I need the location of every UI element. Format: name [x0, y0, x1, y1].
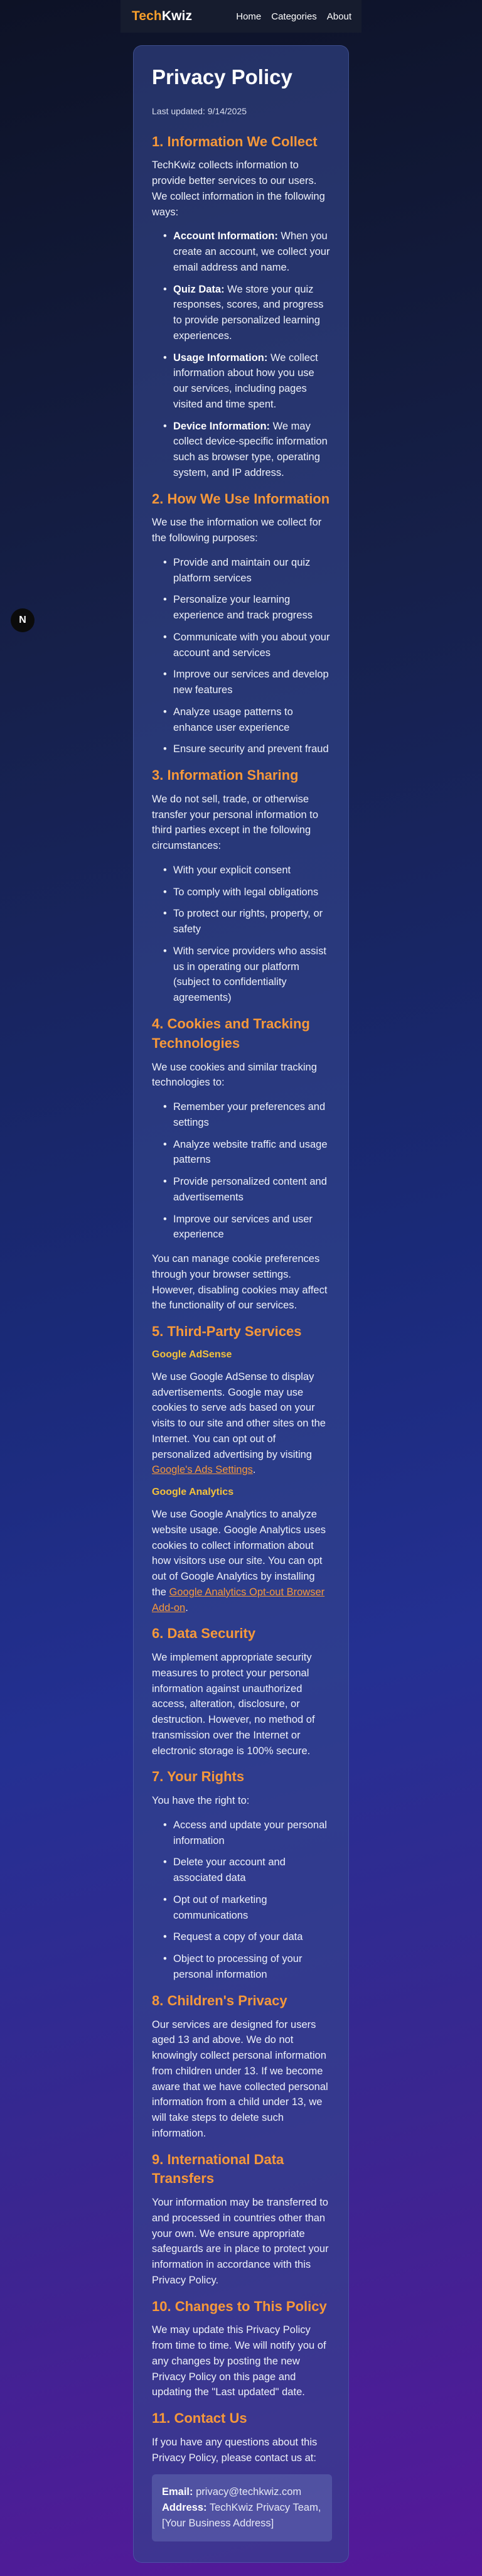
list-item: Delete your account and associated data [163, 1855, 332, 1886]
section-third-party: 5. Third-Party Services Google AdSense W… [152, 1322, 332, 1615]
top-navbar: TechKwiz Home Categories About [120, 0, 362, 33]
item-label: Device Information: [173, 420, 270, 432]
cookies-list: Remember your preferences and settings A… [152, 1099, 332, 1242]
section-heading: 1. Information We Collect [152, 133, 318, 149]
subheading-analytics: Google Analytics [152, 1487, 234, 1498]
sharing-list: With your explicit consent To comply wit… [152, 863, 332, 1006]
section-heading: 5. Third-Party Services [152, 1323, 302, 1340]
list-item: Personalize your learning experience and… [163, 592, 332, 623]
section-outro: You can manage cookie preferences throug… [152, 1253, 328, 1312]
list-item: Provide personalized content and adverti… [163, 1174, 332, 1205]
list-item: To protect our rights, property, or safe… [163, 906, 332, 937]
section-intro: You have the right to: [152, 1795, 250, 1807]
section-heading: 2. How We Use Information [152, 490, 330, 507]
section-text: Your information may be transferred to a… [152, 2197, 329, 2286]
nav-categories-link[interactable]: Categories [271, 11, 317, 22]
nav-about-link[interactable]: About [327, 11, 351, 22]
section-text: We implement appropriate security measur… [152, 1652, 315, 1757]
contact-box: Email: privacy@techkwiz.com Address: Tec… [152, 2474, 332, 2541]
section-information-sharing: 3. Information Sharing We do not sell, t… [152, 766, 332, 1006]
list-item: Improve our services and develop new fea… [163, 667, 332, 698]
nav-home-link[interactable]: Home [236, 11, 261, 22]
email-label: Email: [162, 2486, 193, 2498]
contact-email: Email: privacy@techkwiz.com [162, 2484, 322, 2500]
section-heading: 3. Information Sharing [152, 767, 299, 784]
use-list: Provide and maintain our quiz platform s… [152, 555, 332, 757]
section-cookies: 4. Cookies and Tracking Technologies We … [152, 1015, 332, 1313]
list-item: Analyze usage patterns to enhance user e… [163, 704, 332, 736]
list-item: Account Information: When you create an … [163, 229, 332, 275]
list-item: With service providers who assist us in … [163, 944, 332, 1006]
list-item: Request a copy of your data [163, 1929, 332, 1945]
logo-kwiz: Kwiz [161, 9, 193, 23]
section-heading: 11. Contact Us [152, 2410, 247, 2427]
analytics-paragraph: We use Google Analytics to analyze websi… [152, 1507, 332, 1615]
analytics-optout-link[interactable]: Google Analytics Opt-out Browser Add-on [152, 1587, 324, 1614]
list-item: Usage Information: We collect informatio… [163, 350, 332, 412]
section-your-rights: 7. Your Rights You have the right to: Ac… [152, 1767, 332, 1982]
section-heading: 10. Changes to This Policy [152, 2298, 327, 2314]
section-intro: We use cookies and similar tracking tech… [152, 1061, 317, 1089]
section-text: We may update this Privacy Policy from t… [152, 2324, 326, 2398]
list-item: To comply with legal obligations [163, 885, 332, 900]
logo-tech: Tech [132, 9, 162, 23]
section-heading: 9. International Data Transfers [152, 2151, 284, 2187]
item-label: Usage Information: [173, 352, 268, 364]
ads-settings-link[interactable]: Google's Ads Settings [152, 1464, 253, 1475]
section-heading: 6. Data Security [152, 1625, 256, 1642]
list-item: Object to processing of your personal in… [163, 1951, 332, 1983]
adsense-paragraph: We use Google AdSense to display adverti… [152, 1369, 332, 1478]
list-item: Remember your preferences and settings [163, 1099, 332, 1131]
adsense-text: We use Google AdSense to display adverti… [152, 1371, 326, 1460]
item-label: Account Information: [173, 230, 278, 242]
section-intro: We do not sell, trade, or otherwise tran… [152, 793, 319, 852]
section-heading: 7. Your Rights [152, 1769, 245, 1785]
analytics-text: We use Google Analytics to analyze websi… [152, 1509, 326, 1598]
list-item: Access and update your personal informat… [163, 1818, 332, 1849]
email-value: privacy@techkwiz.com [193, 2486, 302, 2498]
section-changes: 10. Changes to This Policy We may update… [152, 2297, 332, 2401]
collect-list: Account Information: When you create an … [152, 229, 332, 480]
section-intro: TechKwiz collects information to provide… [152, 159, 325, 218]
section-information-we-collect: 1. Information We Collect TechKwiz colle… [152, 132, 332, 481]
section-international-transfers: 9. International Data Transfers Your inf… [152, 2150, 332, 2288]
site-logo[interactable]: TechKwiz [132, 9, 192, 24]
list-item: With your explicit consent [163, 863, 332, 878]
rights-list: Access and update your personal informat… [152, 1818, 332, 1983]
privacy-policy-card: Privacy Policy Last updated: 9/14/2025 1… [133, 45, 349, 2563]
subheading-adsense: Google AdSense [152, 1349, 232, 1360]
address-label: Address: [162, 2502, 207, 2514]
list-item: Opt out of marketing communications [163, 1892, 332, 1924]
section-intro: We use the information we collect for th… [152, 517, 322, 544]
main-nav: Home Categories About [236, 11, 351, 22]
last-updated: Last updated: 9/14/2025 [152, 105, 247, 116]
section-data-security: 6. Data Security We implement appropriat… [152, 1624, 332, 1759]
contact-address: Address: TechKwiz Privacy Team, [Your Bu… [162, 2500, 322, 2531]
section-heading: 4. Cookies and Tracking Technologies [152, 1015, 310, 1051]
section-heading: 8. Children's Privacy [152, 1992, 287, 2008]
list-item: Provide and maintain our quiz platform s… [163, 555, 332, 586]
floating-n-badge-button[interactable]: N [11, 608, 35, 632]
item-label: Quiz Data: [173, 283, 225, 295]
list-item: Analyze website traffic and usage patter… [163, 1137, 332, 1168]
list-item: Ensure security and prevent fraud [163, 741, 332, 757]
page-title: Privacy Policy [152, 65, 292, 89]
section-text: Our services are designed for users aged… [152, 2018, 328, 2139]
section-how-we-use: 2. How We Use Information We use the inf… [152, 490, 332, 758]
section-text: If you have any questions about this Pri… [152, 2436, 318, 2464]
list-item: Improve our services and user experience [163, 1212, 332, 1243]
list-item: Communicate with you about your account … [163, 630, 332, 661]
analytics-end: . [185, 1602, 188, 1614]
list-item: Quiz Data: We store your quiz responses,… [163, 282, 332, 344]
section-childrens-privacy: 8. Children's Privacy Our services are d… [152, 1991, 332, 2142]
list-item: Device Information: We may collect devic… [163, 419, 332, 481]
adsense-end: . [252, 1464, 256, 1476]
section-contact: 11. Contact Us If you have any questions… [152, 2409, 332, 2541]
